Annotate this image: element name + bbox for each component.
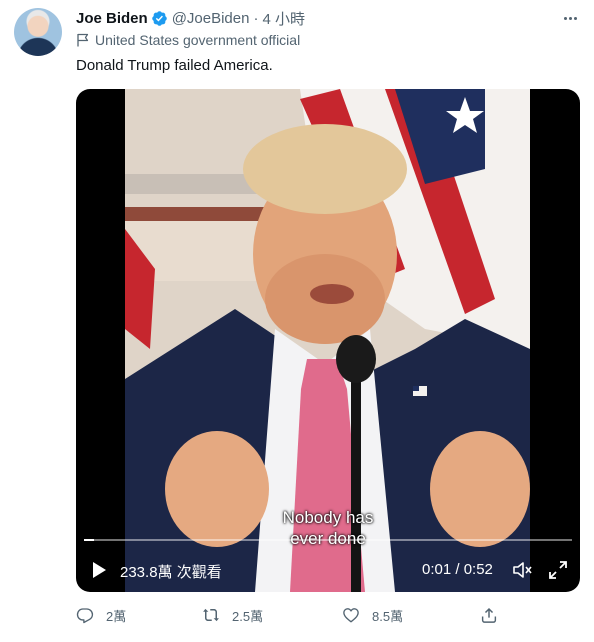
author-handle[interactable]: @JoeBiden <box>172 10 250 27</box>
volume-icon[interactable] <box>512 560 532 580</box>
retweet-button[interactable]: 2.5萬 <box>202 604 263 626</box>
tweet-timestamp[interactable]: 4 小時 <box>262 8 305 29</box>
video-subtitle-line-1: Nobody has <box>282 508 374 527</box>
like-icon <box>343 608 359 623</box>
government-label: United States government official <box>76 32 300 48</box>
tweet-text: Donald Trump failed America. <box>76 57 273 74</box>
fullscreen-icon[interactable] <box>548 560 568 580</box>
separator-dot: · <box>253 9 259 27</box>
reply-count: 2萬 <box>106 608 127 624</box>
avatar[interactable] <box>14 8 62 56</box>
tweet-actions: 2萬 2.5萬 8.5萬 <box>76 604 506 626</box>
retweet-count: 2.5萬 <box>232 608 264 624</box>
more-icon[interactable] <box>560 9 580 27</box>
retweet-icon <box>203 608 219 622</box>
like-count: 8.5萬 <box>372 608 404 624</box>
like-button[interactable]: 8.5萬 <box>342 604 403 626</box>
reply-icon <box>76 608 94 624</box>
government-flag-icon <box>77 33 89 47</box>
tweet-header: Joe Biden @JoeBiden · 4 小時 <box>76 8 305 28</box>
video-player[interactable]: Nobody has ever done 233.8萬 次觀看 0:01 / 0… <box>76 89 580 592</box>
verified-badge-icon <box>151 10 167 26</box>
tweet[interactable]: Joe Biden @JoeBiden · 4 小時 United States… <box>0 0 594 642</box>
share-icon <box>481 607 497 623</box>
video-view-count: 233.8萬 次觀看 <box>120 564 222 581</box>
play-icon[interactable] <box>90 561 108 579</box>
reply-button[interactable]: 2萬 <box>76 604 126 626</box>
author-name[interactable]: Joe Biden <box>76 10 148 27</box>
government-label-text: United States government official <box>95 32 301 48</box>
video-timecode: 0:01 / 0:52 <box>422 561 493 578</box>
video-progress-bar[interactable] <box>84 539 572 541</box>
video-progress-fill <box>84 539 94 541</box>
share-button[interactable] <box>480 604 510 626</box>
